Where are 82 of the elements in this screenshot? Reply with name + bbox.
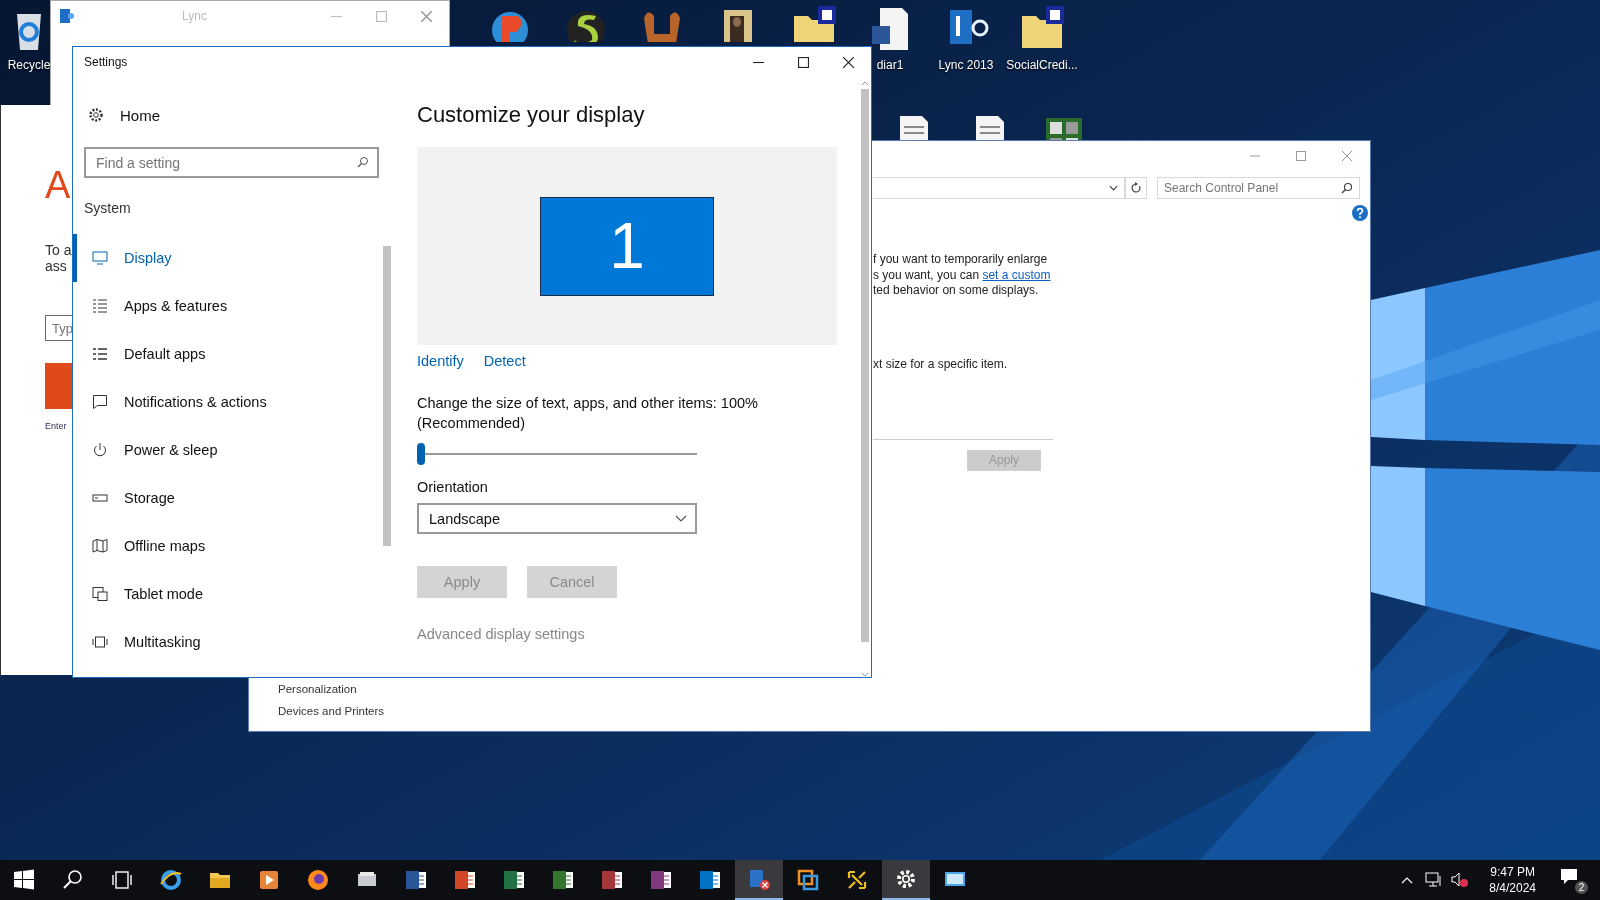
nav-item[interactable]: Tablet mode <box>73 570 383 618</box>
browser-icon <box>306 868 330 892</box>
monitor-tile[interactable]: 1 <box>540 196 714 296</box>
arrow-down-icon[interactable] <box>861 672 869 677</box>
start-icon <box>12 868 36 892</box>
spreadsheet-app-icon <box>502 868 526 892</box>
text-link[interactable]: Advanced display settings <box>417 626 585 642</box>
mail-app-icon <box>698 868 722 892</box>
settings-icon <box>894 867 918 891</box>
text-link[interactable]: Identify <box>417 351 464 371</box>
nav-item[interactable]: Multitasking <box>73 618 383 666</box>
document-app-icon <box>551 868 575 892</box>
home-link[interactable]: Home <box>84 99 391 131</box>
map-icon <box>92 538 108 554</box>
text-link[interactable]: set a custom <box>982 267 1051 282</box>
list-icon <box>92 346 108 362</box>
power-icon <box>92 442 108 458</box>
help-icon[interactable] <box>1352 205 1368 221</box>
slider[interactable] <box>417 443 697 465</box>
multitasking-icon <box>92 634 108 650</box>
document-app-icon <box>600 868 624 892</box>
list-icon <box>92 298 108 314</box>
nav-item[interactable]: Default apps <box>73 330 383 378</box>
icon-label: SocialCredi... <box>1006 58 1078 72</box>
document-app-icon <box>453 868 477 892</box>
volume-muted-icon[interactable] <box>1451 872 1470 888</box>
chat-app-icon <box>59 8 75 24</box>
input-field[interactable]: Typ <box>45 315 74 341</box>
media-player-icon <box>257 868 281 892</box>
slider-thumb[interactable] <box>417 443 425 465</box>
body-text: ass <box>45 258 68 274</box>
search-icon[interactable] <box>1341 182 1353 194</box>
nav-item[interactable]: Notifications & actions <box>73 378 383 426</box>
message-icon <box>1560 868 1580 886</box>
sidebar-link[interactable]: Personalization <box>278 683 873 695</box>
setting-label: Orientation <box>417 479 488 495</box>
setting-label: Change the size of text, apps, and other items: 100% (Recommended) <box>417 394 759 433</box>
search-field[interactable]: Find a setting <box>84 147 379 178</box>
page-heading: Customize your display <box>417 101 645 129</box>
window-title: Lync <box>181 9 208 23</box>
message-icon <box>92 394 108 410</box>
body-text: To a <box>45 242 73 258</box>
body-text: f you want to temporarily enlarge <box>873 252 1048 266</box>
tablet-icon <box>92 586 108 602</box>
notifications-button[interactable]: 2 <box>1560 868 1586 892</box>
search-icon[interactable] <box>357 156 369 168</box>
icon-label: Lync 2013 <box>938 58 994 72</box>
sidebar-link[interactable]: Devices and Printers <box>278 705 873 717</box>
window-title: Settings <box>84 55 128 69</box>
action-button[interactable] <box>45 363 74 409</box>
icon-label: Recycle <box>7 58 51 72</box>
clock[interactable]: 9:47 PM 8/4/2024 <box>1489 864 1536 896</box>
arrow-up-icon[interactable] <box>861 81 869 86</box>
refresh-icon <box>1130 182 1142 194</box>
chevron-up-icon[interactable] <box>1401 876 1414 884</box>
network-app-icon <box>845 868 869 892</box>
taskbar-button[interactable] <box>882 860 930 900</box>
icon-label: diar1 <box>876 58 904 72</box>
page-heading: A <box>45 165 72 205</box>
chevron-down-icon[interactable] <box>1109 185 1118 191</box>
monitor-icon <box>92 250 108 266</box>
body-text: xt size for a specific item. <box>873 356 1008 371</box>
browser-icon <box>159 868 183 892</box>
body-text: ted behavior on some displays. <box>873 283 1039 297</box>
nav-item[interactable]: Offline maps <box>73 522 383 570</box>
nav-item[interactable]: Apps & features <box>73 282 383 330</box>
body-text: s you want, you can <box>873 267 981 282</box>
section-label: System <box>84 200 132 216</box>
notebook-app-icon <box>649 868 673 892</box>
network-icon[interactable] <box>1425 872 1444 888</box>
nav-item[interactable]: Power & sleep <box>73 426 383 474</box>
task-view-icon <box>110 868 134 892</box>
text-link[interactable]: Detect <box>483 351 526 371</box>
chevron-down-icon <box>675 515 687 522</box>
settings-icon <box>88 107 104 123</box>
chat-app-icon <box>747 867 771 891</box>
document-app-icon <box>404 868 428 892</box>
refresh-button[interactable] <box>1125 177 1147 199</box>
squares-icon <box>796 868 820 892</box>
nav-item[interactable]: Storage <box>73 474 383 522</box>
note-text: Enter <box>45 421 68 431</box>
orientation-dropdown[interactable]: Landscape <box>417 503 697 534</box>
